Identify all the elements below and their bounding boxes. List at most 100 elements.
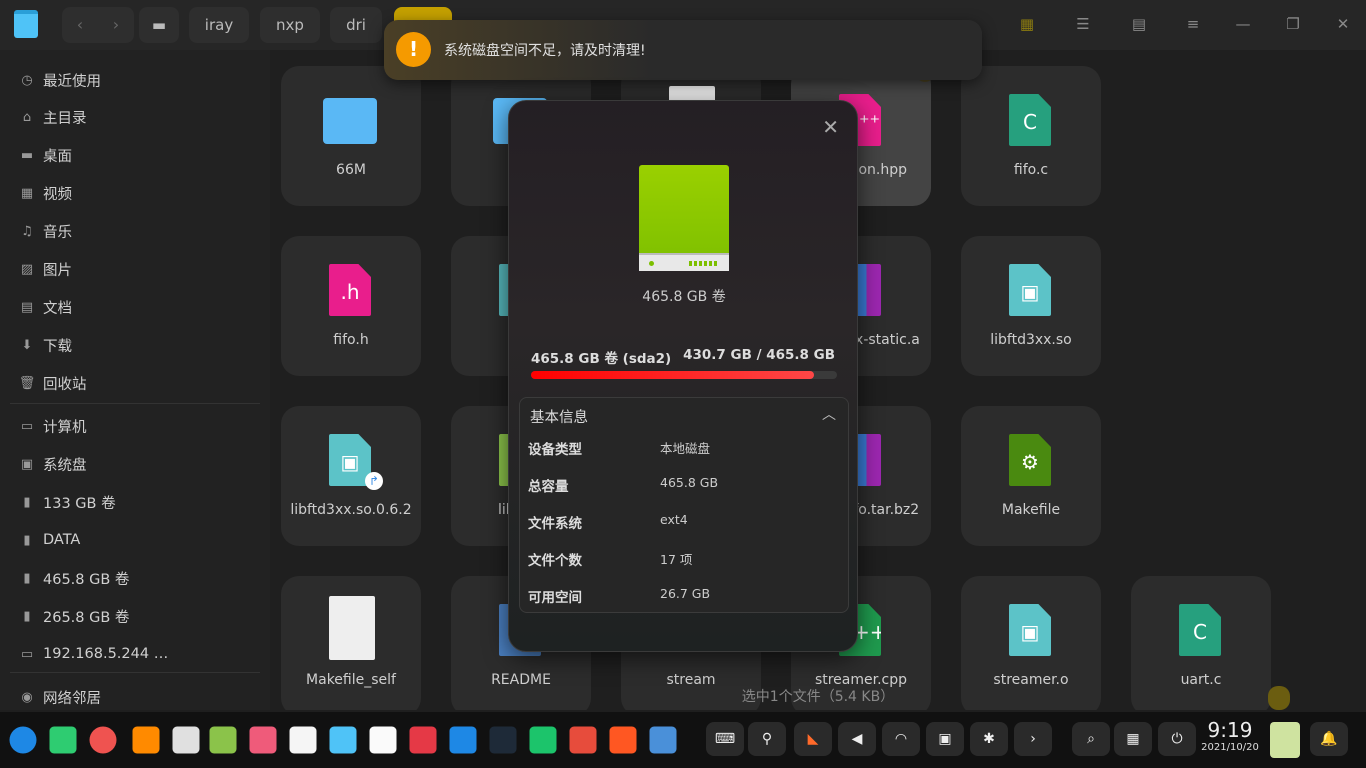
sidebar-item-icon: ▦ [20,185,34,201]
tray-icon[interactable]: ✱ [970,722,1008,756]
tray-icon[interactable]: ⌨ [706,722,744,756]
sidebar-item-label: 192.168.5.244 … [43,646,169,662]
sidebar-item[interactable]: ▮ DATA [18,525,80,555]
tray-icon[interactable]: ▦ [1114,722,1152,756]
dock-app-icon[interactable] [209,726,237,754]
file-item[interactable]: ▣ ↱ libftd3xx.so.0.6.2 [281,406,421,546]
sidebar-item[interactable]: ⬇ 下载 [18,330,72,360]
file-C-icon: C [1179,604,1221,656]
sidebar-item-label: 桌面 [43,148,72,165]
file-name: libftd3xx.so.0.6.2 [290,502,412,518]
file-name: fifo.c [1013,162,1049,178]
sidebar-item-icon: ▮ [23,494,31,510]
clock-time: 9:19 [1207,718,1253,742]
sidebar-item[interactable]: ▨ 图片 [18,254,72,284]
breadcrumb-dri[interactable]: dri [330,7,382,43]
close-window-icon[interactable]: ✕ [1333,14,1353,34]
file-C-icon: C [1009,94,1051,146]
dock-app-icon[interactable] [529,726,557,754]
sidebar-item-icon: ▮ [23,570,31,586]
tray-icon[interactable]: ⏻ [1158,722,1196,756]
sidebar-item-icon: ▨ [20,261,34,277]
dock-app-icon[interactable] [649,726,677,754]
dock-app-icon[interactable] [409,726,437,754]
sidebar-item[interactable]: ▮ 133 GB 卷 [18,487,115,517]
sidebar-item[interactable]: 🗑 回收站 [18,368,87,398]
dock-app-icon[interactable] [132,726,160,754]
sidebar-item-icon: ▭ [20,646,34,662]
tray-icon[interactable]: ▣ [926,722,964,756]
icon-view-icon[interactable]: ▦ [1017,14,1037,34]
sidebar-item-icon: ◉ [21,689,33,705]
sidebar-item-icon: ▬ [20,147,34,163]
back-button[interactable]: ‹ [62,7,98,43]
sidebar-item[interactable]: ◉ 网络邻居 [18,682,101,712]
file-item[interactable]: ▣ libftd3xx.so [961,236,1101,376]
info-key: 文件个数 [528,553,582,569]
sidebar-item[interactable]: ▤ 文档 [18,292,72,322]
tray-icon[interactable]: ⚲ [748,722,786,756]
file-item[interactable]: 66M [281,66,421,206]
sidebar-item[interactable]: ▮ 465.8 GB 卷 [18,563,129,593]
dock-app-icon[interactable] [249,726,277,754]
trash-icon[interactable] [1270,722,1300,758]
sidebar-divider [10,403,260,404]
tray-icon[interactable]: › [1014,722,1052,756]
dock-app-icon[interactable] [369,726,397,754]
breadcrumb-disk-icon[interactable]: ▬ [139,7,179,43]
dock-app-icon[interactable] [9,726,37,754]
sidebar-item-icon: ◷ [21,72,33,88]
dock-app-icon[interactable] [489,726,517,754]
dock-app-icon[interactable] [609,726,637,754]
dock-app-icon[interactable] [49,726,77,754]
dock-app-icon[interactable] [89,726,117,754]
section-title: 基本信息 [530,410,588,426]
sidebar-item[interactable]: ▬ 桌面 [18,140,72,170]
minimize-icon[interactable]: — [1233,14,1253,34]
breadcrumb-nxp[interactable]: nxp [260,7,320,43]
sidebar-item[interactable]: ▮ 265.8 GB 卷 [18,601,129,631]
tray-icon[interactable]: ⌕ [1072,722,1110,756]
info-value: ext4 [660,512,688,527]
zoom-slider-handle[interactable] [1268,686,1290,710]
sidebar-divider [10,672,260,673]
dock-app-icon[interactable] [289,726,317,754]
maximize-icon[interactable]: ❐ [1283,14,1303,34]
sidebar-item[interactable]: ◷ 最近使用 [18,65,101,95]
close-dialog-icon[interactable]: ✕ [822,115,839,139]
breadcrumb-iray-tab[interactable]: iray [189,7,249,43]
file-lib-icon: ▣ [1009,604,1051,656]
dock-app-icon[interactable] [329,726,357,754]
tray-icon[interactable]: ◀ [838,722,876,756]
dock-app-icon[interactable] [172,726,200,754]
menu-icon[interactable]: ≡ [1183,14,1203,34]
info-value: 本地磁盘 [660,441,711,456]
tray-icon[interactable]: ◣ [794,722,832,756]
clock[interactable]: 9:19 2021/10/20 [1200,718,1260,753]
list-view-icon[interactable]: ☰ [1073,14,1093,34]
file-item[interactable]: ⚙ Makefile [961,406,1101,546]
sidebar: ◷ 最近使用 ⌂ 主目录 ▬ 桌面 ▦ 视频 ♫ 音乐 ▨ 图片 ▤ 文档 ⬇ 下载 🗑 回收站 ▭ 计算机 ▣ 系统盘 ▮… [0,50,270,710]
notification-bell-icon[interactable]: 🔔 [1310,722,1348,756]
warning-icon: ! [396,32,431,67]
tray-icon[interactable]: ◠ [882,722,920,756]
sidebar-item[interactable]: ▭ 192.168.5.244 … [18,639,168,669]
file-item[interactable]: Cfifo.c [961,66,1101,206]
sidebar-item[interactable]: ▣ 系统盘 [18,449,87,479]
forward-button[interactable]: › [98,7,134,43]
sidebar-item[interactable]: ▭ 计算机 [18,411,87,441]
info-key: 设备类型 [528,442,582,458]
file-manager-logo-icon [14,10,38,38]
sidebar-item[interactable]: ⌂ 主目录 [18,102,87,132]
file-make-icon: ⚙ [1009,434,1051,486]
sidebar-item[interactable]: ▦ 视频 [18,178,72,208]
usage-bar [531,371,837,379]
file-item[interactable]: .h fifo.h [281,236,421,376]
sidebar-item-icon: ♫ [21,223,33,239]
file-text-icon [329,596,375,660]
sidebar-item[interactable]: ♫ 音乐 [18,216,72,246]
dock-app-icon[interactable] [569,726,597,754]
chevron-up-icon[interactable]: ︿ [822,404,836,424]
detail-view-icon[interactable]: ▤ [1129,14,1149,34]
dock-app-icon[interactable] [449,726,477,754]
